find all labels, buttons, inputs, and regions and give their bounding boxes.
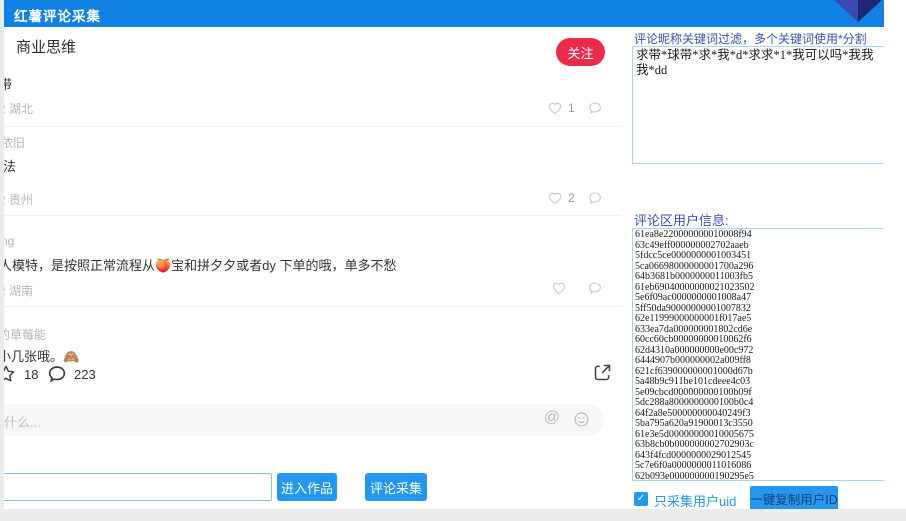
corner-fold-decoration	[834, 0, 882, 27]
comment-count: 223	[74, 367, 96, 382]
page-edge-left	[0, 0, 4, 509]
reply-bubble-icon[interactable]	[587, 100, 603, 116]
comment-meta: 2 贵州	[4, 191, 33, 208]
emoji-smiley-icon[interactable]	[573, 411, 590, 428]
reply-bubble-icon[interactable]	[587, 280, 603, 296]
collect-star-icon[interactable]	[4, 364, 16, 384]
user-info-label: 评论区用户信息:	[634, 210, 729, 229]
page-edge-bottom	[0, 509, 906, 521]
comment-username: 依旧	[4, 134, 25, 151]
uid-only-checkbox-label[interactable]: 只采集用户uid	[654, 491, 736, 509]
title-bar: 红薯评论采集	[4, 0, 884, 27]
reply-bubble-icon[interactable]	[587, 190, 603, 206]
comment-text: 人模特，是按照正常流程从🍑宝和拼夕夕或者dy 下单的哦，单多不愁	[4, 255, 397, 274]
app-screen: 红薯评论采集 商业思维 关注 带 2 湖北 1 依旧 法 2 贵州	[0, 0, 906, 521]
comment-text: 法	[4, 156, 16, 175]
share-external-link-icon[interactable]	[592, 362, 613, 383]
collect-count: 18	[24, 367, 38, 382]
like-count: 1	[568, 101, 575, 115]
note-url-input[interactable]	[4, 473, 272, 501]
main-window: 红薯评论采集 商业思维 关注 带 2 湖北 1 依旧 法 2 贵州	[4, 0, 884, 509]
collect-comments-button[interactable]: 评论采集	[365, 473, 427, 501]
note-author-name: 商业思维	[16, 36, 76, 57]
uid-only-checkbox[interactable]: ✓	[634, 492, 648, 506]
copy-user-ids-button[interactable]: 一键复制用户ID	[750, 486, 838, 509]
divider	[4, 215, 622, 216]
mention-icon[interactable]: @	[544, 409, 560, 427]
divider	[4, 126, 622, 127]
reply-input-bar[interactable]: 什么... @	[4, 404, 604, 436]
like-heart-icon[interactable]	[551, 280, 567, 296]
comment-username: ng	[4, 234, 14, 248]
comment-meta: 2 湖北	[4, 100, 33, 117]
like-heart-icon[interactable]	[547, 100, 563, 116]
like-heart-icon[interactable]	[547, 190, 563, 206]
keyword-filter-textarea[interactable]: 求带*球带*求*我*d*求求*1*我可以吗*我我我*dd	[632, 46, 884, 164]
reply-placeholder: 什么...	[4, 412, 41, 431]
divider	[4, 306, 622, 307]
app-title: 红薯评论采集	[14, 5, 101, 25]
follow-button[interactable]: 关注	[556, 38, 605, 66]
comment-username: 的草莓能	[4, 326, 46, 343]
comment-bubble-icon[interactable]	[46, 363, 68, 385]
like-count: 2	[568, 191, 575, 205]
comment-meta: 2 湖南	[4, 282, 33, 299]
user-ids-textarea[interactable]: 61ea8e220000000010008f94 63c49eff0000000…	[632, 228, 884, 481]
comment-text: 带	[4, 74, 12, 93]
enter-note-button[interactable]: 进入作品	[277, 473, 337, 501]
keyword-filter-label: 评论昵称关键词过滤，多个关键词使用*分割	[634, 30, 867, 47]
